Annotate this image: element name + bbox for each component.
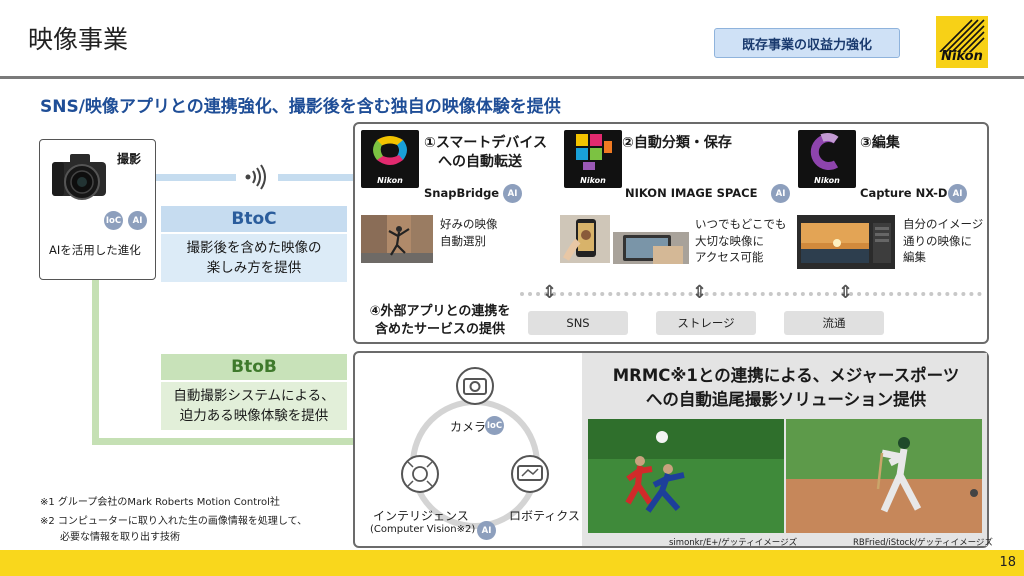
- camera-description: AIを活用した進化: [49, 243, 141, 257]
- connector-vertical-green: [92, 280, 99, 444]
- page-title: 映像事業: [28, 25, 129, 54]
- step-3-desc-line-2: 通りの映像に: [903, 233, 972, 248]
- footnote-2-line-1: ※2 コンピューターに取り入れた生の画像情報を処理して、: [40, 516, 308, 527]
- footer-bar: [0, 550, 1024, 576]
- robotics-node-label: ロボティクス: [509, 509, 580, 523]
- service-distribution: 流通: [784, 311, 884, 335]
- step-2-description: いつでもどこでも 大切な映像に アクセス可能: [695, 216, 786, 266]
- step-1-description: 好みの映像 自動選別: [440, 216, 498, 249]
- step-1-desc-line-1: 好みの映像: [440, 217, 498, 231]
- snapbridge-label: SnapBridge: [424, 186, 500, 200]
- sync-arrow-icon: ⇕: [838, 282, 854, 303]
- step-1-title-line-1: ①スマートデバイス: [424, 135, 548, 151]
- step-1-title-line-2: への自動転送: [438, 153, 522, 170]
- footnote-1: ※1 グループ会社のMark Roberts Motion Control社: [40, 497, 280, 508]
- page-number: 18: [999, 555, 1016, 570]
- step-3-description: 自分のイメージ 通りの映像に 編集: [903, 216, 983, 266]
- mrmc-title-line-2: への自動追尾撮影ソリューション提供: [645, 389, 927, 409]
- wireless-icon: [238, 164, 274, 190]
- smartphone-photo: [560, 215, 610, 263]
- step-2-desc-line-3: アクセス可能: [695, 250, 764, 265]
- step-3-desc-line-3: 編集: [903, 250, 926, 265]
- sync-arrow-icon: ⇕: [542, 282, 558, 303]
- step-1-title: ①スマートデバイス への自動転送: [424, 134, 547, 172]
- btoc-line-1: 撮影後を含めた映像の: [186, 239, 322, 256]
- ai-chip: AI: [503, 184, 522, 203]
- dancer-photo: [361, 215, 433, 263]
- strategy-badge: 既存事業の収益力強化: [714, 28, 900, 58]
- tablet-photo: [613, 232, 689, 264]
- capture-nx-d-app-icon: Nikon: [798, 130, 856, 188]
- btob-description: 自動撮影システムによる、 迫力ある映像体験を提供: [161, 382, 347, 430]
- logo-text: Nikon: [941, 49, 983, 64]
- connector-horizontal-green: [92, 438, 354, 445]
- btob-line-1: 自動撮影システムによる、: [173, 387, 335, 404]
- capture-nx-d-label: Capture NX-D: [860, 186, 948, 200]
- camera-image: [46, 148, 112, 204]
- ai-chip: AI: [948, 184, 967, 203]
- dotted-divider: [520, 292, 982, 296]
- btob-heading: BtoB: [161, 354, 347, 380]
- btob-line-2: 迫力ある映像体験を提供: [179, 408, 329, 424]
- step-2-desc-line-1: いつでもどこでも: [695, 217, 787, 231]
- nikon-image-space-app-icon: Nikon: [564, 130, 622, 188]
- camera-node-label: カメラ: [450, 420, 487, 434]
- btoc-line-2: 楽しみ方を提供: [206, 260, 302, 276]
- nikon-image-space-label: NIKON IMAGE SPACE: [625, 186, 758, 200]
- service-storage: ストレージ: [656, 311, 756, 335]
- external-title-line-1: ④外部アプリとの連携を: [369, 304, 511, 319]
- photo-credit-left: simonkr/E+/ゲッティイメージズ: [669, 538, 798, 548]
- snapbridge-app-icon: Nikon: [361, 130, 419, 188]
- step-2-title: ②自動分類・保存: [622, 135, 732, 151]
- service-sns: SNS: [528, 311, 628, 335]
- mrmc-title-line-1: MRMC※1との連携による、メジャースポーツ: [612, 366, 960, 385]
- ai-chip: AI: [771, 184, 790, 203]
- ai-chip: AI: [128, 211, 147, 230]
- connector-line-left: [156, 174, 236, 181]
- footnote-2-line-2: 必要な情報を取り出す技術: [60, 531, 180, 543]
- footnote-2: ※2 コンピューターに取り入れた生の画像情報を処理して、 必要な情報を取り出す技…: [40, 514, 307, 545]
- header-divider: [0, 76, 1024, 79]
- section-subtitle: SNS/映像アプリとの連携強化、撮影後を含む独自の映像体験を提供: [40, 97, 561, 117]
- soccer-photo: [588, 419, 784, 533]
- photo-credit-right: RBFried/iStock/ゲッティイメージズ: [853, 538, 993, 548]
- ai-chip: AI: [477, 521, 496, 540]
- app-brand: Nikon: [580, 176, 606, 185]
- external-apps-title: ④外部アプリとの連携を 含めたサービスの提供: [360, 303, 520, 339]
- ioc-chip: IoC: [104, 211, 123, 230]
- step-3-title: ③編集: [860, 135, 900, 151]
- computer-vision-label: (Computer Vision※2): [370, 524, 476, 535]
- baseball-photo: [786, 419, 982, 533]
- editing-software-photo: [797, 215, 895, 269]
- btoc-heading: BtoC: [161, 206, 347, 232]
- step-1-desc-line-2: 自動選別: [440, 233, 486, 248]
- mrmc-title: MRMC※1との連携による、メジャースポーツ への自動追尾撮影ソリューション提供: [590, 364, 982, 412]
- external-title-line-2: 含めたサービスの提供: [374, 322, 505, 338]
- nikon-logo: Nikon: [936, 16, 988, 68]
- app-brand: Nikon: [377, 176, 403, 185]
- step-3-desc-line-1: 自分のイメージ: [903, 217, 984, 231]
- shooting-label: 撮影: [117, 152, 142, 166]
- step-2-desc-line-2: 大切な映像に: [695, 233, 764, 248]
- sync-arrow-icon: ⇕: [692, 282, 708, 303]
- ioc-chip: IoC: [485, 416, 504, 435]
- btoc-description: 撮影後を含めた映像の 楽しみ方を提供: [161, 234, 347, 282]
- intelligence-node-label: インテリジェンス: [373, 509, 469, 523]
- app-brand: Nikon: [814, 176, 840, 185]
